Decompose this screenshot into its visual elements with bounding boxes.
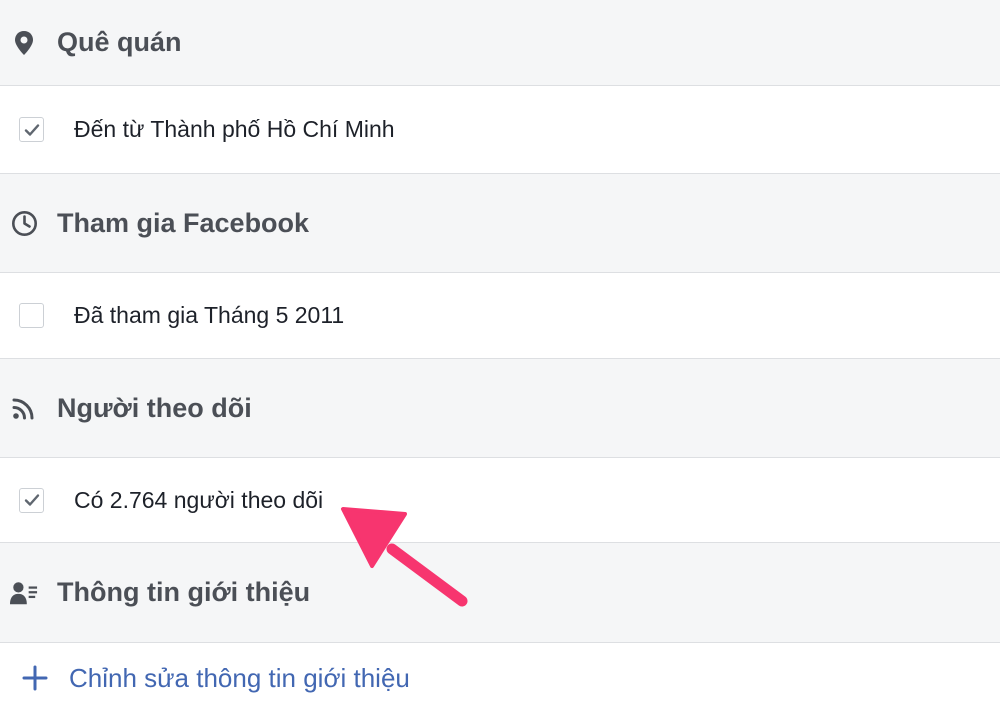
section-title: Người theo dõi <box>57 392 252 423</box>
edit-intro-row[interactable]: Chỉnh sửa thông tin giới thiệu <box>0 643 1000 713</box>
followers-visibility-checkbox[interactable] <box>19 487 44 513</box>
hometown-text: Đến từ Thành phố Hồ Chí Minh <box>74 116 395 142</box>
location-pin-icon <box>10 29 38 57</box>
checkmark-icon <box>24 123 39 136</box>
profile-card-icon <box>10 579 38 607</box>
section-title: Tham gia Facebook <box>57 207 310 238</box>
section-title: Quê quán <box>57 27 182 57</box>
section-header-intro: Thông tin giới thiệu <box>0 543 1000 643</box>
joined-text: Đã tham gia Tháng 5 2011 <box>74 302 345 328</box>
section-header-joined: Tham gia Facebook <box>0 174 1000 273</box>
section-header-hometown: Quê quán <box>0 0 1000 86</box>
list-item-hometown: Đến từ Thành phố Hồ Chí Minh <box>0 86 1000 174</box>
section-title: Thông tin giới thiệu <box>57 577 311 607</box>
edit-intro-link[interactable]: Chỉnh sửa thông tin giới thiệu <box>69 663 410 694</box>
checkmark-icon <box>24 494 39 506</box>
rss-feed-icon <box>10 394 38 422</box>
list-item-joined: Đã tham gia Tháng 5 2011 <box>0 273 1000 359</box>
section-header-followers: Người theo dõi <box>0 359 1000 458</box>
joined-visibility-checkbox[interactable] <box>19 303 44 328</box>
clock-icon <box>10 209 38 237</box>
hometown-visibility-checkbox[interactable] <box>19 117 44 142</box>
followers-text: Có 2.764 người theo dõi <box>74 486 324 513</box>
list-item-followers: Có 2.764 người theo dõi <box>0 458 1000 543</box>
plus-icon[interactable] <box>22 665 48 691</box>
